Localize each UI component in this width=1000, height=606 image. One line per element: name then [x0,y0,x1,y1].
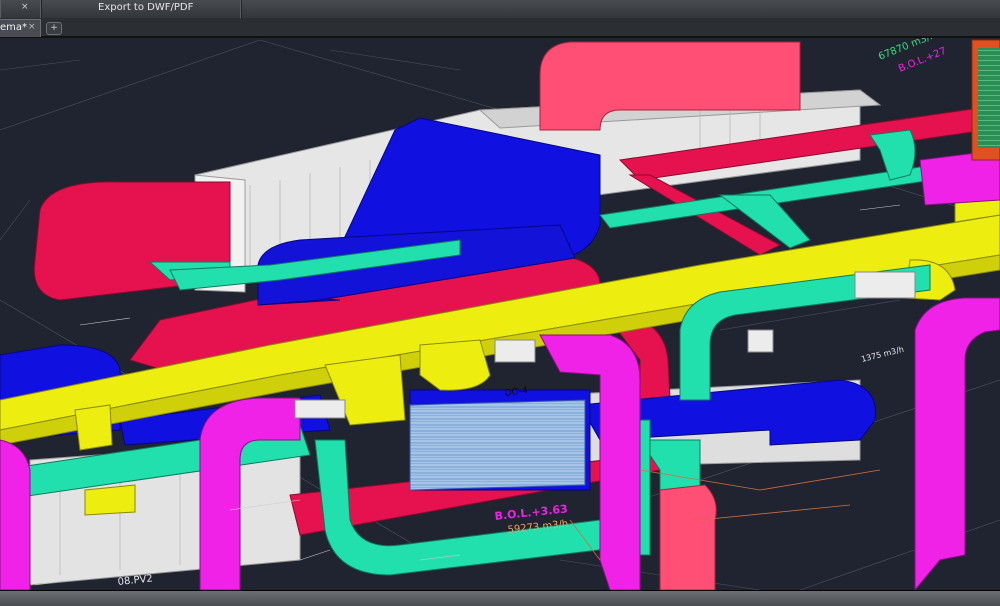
toolbar-close-icon[interactable]: × [21,2,29,12]
system-name-label: 08.PV2 [117,573,153,588]
cad-model-view[interactable]: 67870 m3/h B.O.L.+27 1375 m3/h B.O.L.+3.… [0,30,1000,592]
pink-riser[interactable] [659,484,717,591]
status-bar [0,590,1000,606]
red-unit-panel[interactable] [971,39,1000,161]
tab-label: ema* [0,22,28,33]
airflow-label-mid: 1375 m3/h [860,345,904,364]
toolbar-segment [240,0,1000,18]
drawing-viewport[interactable]: 67870 m3/h B.O.L.+27 1375 m3/h B.O.L.+3.… [0,30,1000,592]
tab-drawing[interactable]: ema* × [0,19,41,37]
document-tab-bar: ema* × + [0,18,1000,38]
tab-close-icon[interactable]: × [28,22,36,32]
export-dwf-pdf-label: Export to DWF/PDF [98,2,194,13]
top-toolbar: × Export to DWF/PDF [0,0,1000,18]
new-tab-icon[interactable]: + [46,22,62,35]
